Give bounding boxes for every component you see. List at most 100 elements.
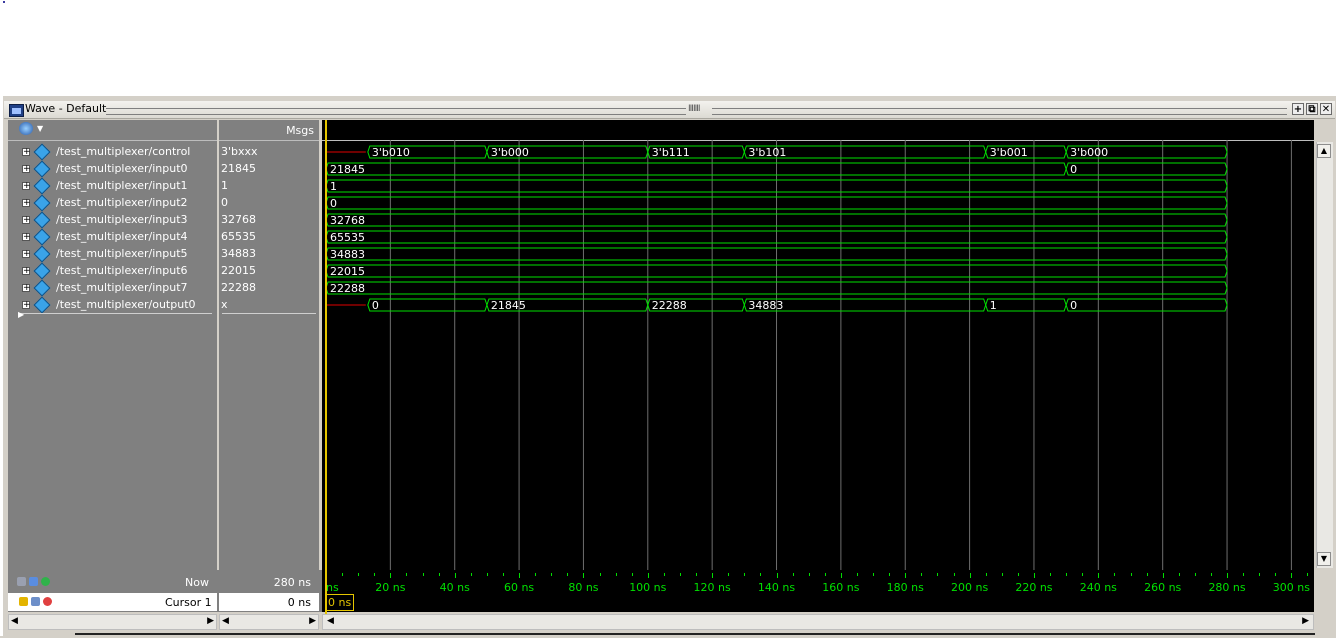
signal-row[interactable]: + /test_multiplexer/output0 bbox=[8, 296, 217, 314]
expand-icon[interactable]: + bbox=[22, 301, 31, 310]
signal-name: /test_multiplexer/input6 bbox=[56, 264, 188, 277]
signal-value: 21845 bbox=[221, 162, 256, 175]
ruler-tick bbox=[647, 573, 649, 578]
ruler-tick bbox=[342, 573, 344, 576]
chevron-down-icon[interactable]: ▼ bbox=[37, 124, 43, 133]
signal-row[interactable]: + /test_multiplexer/input5 bbox=[8, 245, 217, 263]
bus-value-label: 3'b000 bbox=[1070, 146, 1108, 159]
ruler-label: 280 ns bbox=[1208, 581, 1246, 594]
signal-diamond-icon bbox=[33, 262, 51, 280]
ruler-label: 240 ns bbox=[1079, 581, 1117, 594]
waveform-canvas[interactable]: 3'b010 3'b000 3'b111 3'b101 3'b001 3'b000 2184… bbox=[322, 140, 1314, 570]
ruler-label: 220 ns bbox=[1015, 581, 1053, 594]
expand-icon[interactable]: + bbox=[22, 165, 31, 174]
ruler-tick bbox=[567, 573, 569, 576]
cursor-label: Cursor 1 bbox=[165, 596, 212, 609]
ruler-label: 260 ns bbox=[1144, 581, 1182, 594]
signal-row[interactable]: + /test_multiplexer/input2 bbox=[8, 194, 217, 212]
ruler-label: 200 ns bbox=[950, 581, 989, 594]
signal-name: /test_multiplexer/input7 bbox=[56, 281, 188, 294]
now-label: Now bbox=[185, 576, 209, 589]
window-bottom-edge bbox=[75, 633, 1315, 635]
bus-value-label: 21845 bbox=[491, 299, 526, 312]
undock-button[interactable]: ⧉ bbox=[1306, 103, 1318, 115]
bus-value-label: 22015 bbox=[330, 265, 365, 278]
bus-value-label: 0 bbox=[372, 299, 379, 312]
cursor-line[interactable] bbox=[325, 120, 327, 617]
signal-row[interactable]: + /test_multiplexer/input7 bbox=[8, 279, 217, 297]
wave-window-icon bbox=[9, 104, 24, 117]
delete-cursor-icon[interactable] bbox=[43, 597, 52, 606]
bus-value-label: 34883 bbox=[330, 248, 365, 261]
signal-name: /test_multiplexer/control bbox=[56, 145, 191, 158]
wave-signal-icon[interactable] bbox=[19, 122, 33, 135]
scroll-left-icon[interactable]: ◀ bbox=[327, 616, 334, 626]
close-button[interactable]: ✕ bbox=[1320, 103, 1332, 115]
expand-icon[interactable]: + bbox=[22, 148, 31, 157]
titlebar-grip-left[interactable] bbox=[106, 108, 686, 115]
signal-row[interactable]: + /test_multiplexer/input4 bbox=[8, 228, 217, 246]
bus-segment[interactable] bbox=[985, 298, 1067, 312]
ruler-tick bbox=[889, 573, 891, 576]
expand-icon[interactable]: + bbox=[22, 182, 31, 191]
vertical-scrollbar[interactable] bbox=[1316, 142, 1333, 568]
ruler-tick bbox=[1001, 573, 1003, 576]
bus-value-label: 34883 bbox=[748, 299, 783, 312]
pane-splitter-2[interactable] bbox=[319, 120, 321, 630]
signal-value: 1 bbox=[221, 179, 228, 192]
titlebar-grip-handle[interactable]: IIIIIII bbox=[688, 105, 710, 114]
scroll-right-icon[interactable]: ▶ bbox=[1302, 616, 1309, 626]
ruler-tick bbox=[808, 573, 810, 576]
signal-row[interactable]: + /test_multiplexer/input0 bbox=[8, 160, 217, 178]
expand-icon[interactable]: + bbox=[22, 284, 31, 293]
name-pane-hscroll[interactable]: ◀ ▶ bbox=[8, 614, 217, 630]
now-tool-icon[interactable] bbox=[17, 577, 26, 586]
signal-row[interactable]: + /test_multiplexer/input6 bbox=[8, 262, 217, 280]
scroll-down-button[interactable]: ▼ bbox=[1317, 552, 1331, 566]
insertion-marker-values bbox=[222, 313, 316, 314]
expand-icon[interactable]: + bbox=[22, 233, 31, 242]
signal-row[interactable]: + /test_multiplexer/input1 bbox=[8, 177, 217, 195]
value-pane-hscroll[interactable]: ◀ ▶ bbox=[219, 614, 319, 630]
ruler-tick bbox=[1162, 573, 1164, 578]
pane-splitter-1[interactable] bbox=[217, 120, 219, 630]
signal-diamond-icon bbox=[33, 177, 51, 195]
pencil-icon[interactable] bbox=[31, 597, 40, 606]
cursor-value: 0 ns bbox=[287, 596, 311, 609]
ruler-tick bbox=[1017, 573, 1019, 576]
scroll-up-button[interactable]: ▲ bbox=[1317, 144, 1331, 158]
add-cursor-icon[interactable] bbox=[41, 577, 50, 586]
ruler-label: 20 ns bbox=[375, 581, 406, 594]
cursor-add-icon[interactable] bbox=[29, 577, 38, 586]
bus-segment[interactable] bbox=[367, 298, 488, 312]
scroll-right-icon[interactable]: ▶ bbox=[207, 616, 214, 626]
ruler-tick bbox=[1178, 573, 1180, 576]
expand-icon[interactable]: + bbox=[22, 199, 31, 208]
bus-value-label: 3'b001 bbox=[990, 146, 1028, 159]
titlebar-grip-right[interactable] bbox=[712, 108, 1287, 115]
scroll-left-icon[interactable]: ◀ bbox=[11, 616, 18, 626]
ruler-tick bbox=[502, 573, 504, 576]
expand-icon[interactable]: + bbox=[22, 267, 31, 276]
scroll-left-icon[interactable]: ◀ bbox=[222, 616, 229, 626]
ruler-label: ns bbox=[326, 581, 339, 594]
signal-row[interactable]: + /test_multiplexer/input3 bbox=[8, 211, 217, 229]
cursor-time-marker[interactable]: 0 ns bbox=[325, 594, 355, 611]
lock-icon[interactable] bbox=[19, 597, 28, 606]
waveform-hscroll[interactable]: ◀ ▶ bbox=[322, 614, 1314, 630]
bus-value-label: 0 bbox=[1070, 299, 1077, 312]
expand-icon[interactable]: + bbox=[22, 216, 31, 225]
signal-value: 0 bbox=[221, 196, 228, 209]
bus-segment[interactable] bbox=[1065, 162, 1228, 176]
signal-row[interactable]: + /test_multiplexer/control bbox=[8, 143, 217, 161]
scroll-right-icon[interactable]: ▶ bbox=[309, 616, 316, 626]
ruler-tick bbox=[470, 573, 472, 576]
ruler-tick bbox=[358, 573, 360, 576]
signal-value: 34883 bbox=[221, 247, 256, 260]
bus-segment[interactable] bbox=[1065, 298, 1228, 312]
expand-icon[interactable]: + bbox=[22, 250, 31, 259]
dock-button[interactable]: + bbox=[1292, 103, 1304, 115]
bus-segment[interactable] bbox=[325, 162, 1067, 176]
bus-value-label: 1 bbox=[990, 299, 997, 312]
ruler-tick bbox=[663, 573, 665, 576]
